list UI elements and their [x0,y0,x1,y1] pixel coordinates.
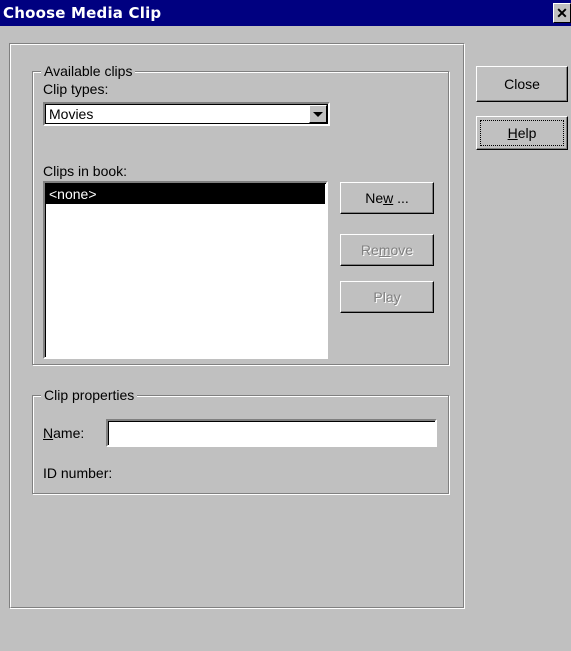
close-button[interactable]: Close [476,66,568,102]
clips-in-book-label: Clips in book: [43,163,128,179]
window-title: Choose Media Clip [3,4,162,22]
clip-properties-group: Clip properties Name: ID number: [32,386,449,494]
clip-types-value: Movies [49,106,94,122]
main-panel: Available clips Clip types: Movies Clips… [9,43,465,609]
title-bar[interactable]: Choose Media Clip ✕ [0,0,571,26]
name-field[interactable] [106,419,437,447]
remove-button[interactable]: Remove [340,234,434,266]
close-glyph: ✕ [556,5,568,21]
id-number-label: ID number: [43,465,113,481]
play-button-label: Play [373,289,401,305]
clips-listbox[interactable]: <none> [43,181,328,359]
list-item[interactable]: <none> [46,184,325,204]
dropdown-arrow-icon[interactable] [309,105,327,123]
close-window-icon[interactable]: ✕ [553,3,571,23]
available-clips-legend: Available clips [41,62,136,80]
clip-types-dropdown[interactable]: Movies [43,102,330,126]
clip-properties-legend: Clip properties [41,386,138,404]
name-label: Name: [43,425,85,441]
new-button[interactable]: New ... [340,182,434,214]
available-clips-group: Available clips Clip types: Movies Clips… [32,62,449,365]
help-button-label: Help [507,125,537,141]
clip-types-label: Clip types: [43,81,109,97]
new-button-label: New ... [365,190,409,206]
close-button-label: Close [504,76,540,92]
play-button[interactable]: Play [340,281,434,313]
remove-button-label: Remove [360,242,414,258]
help-button[interactable]: Help [476,116,568,150]
